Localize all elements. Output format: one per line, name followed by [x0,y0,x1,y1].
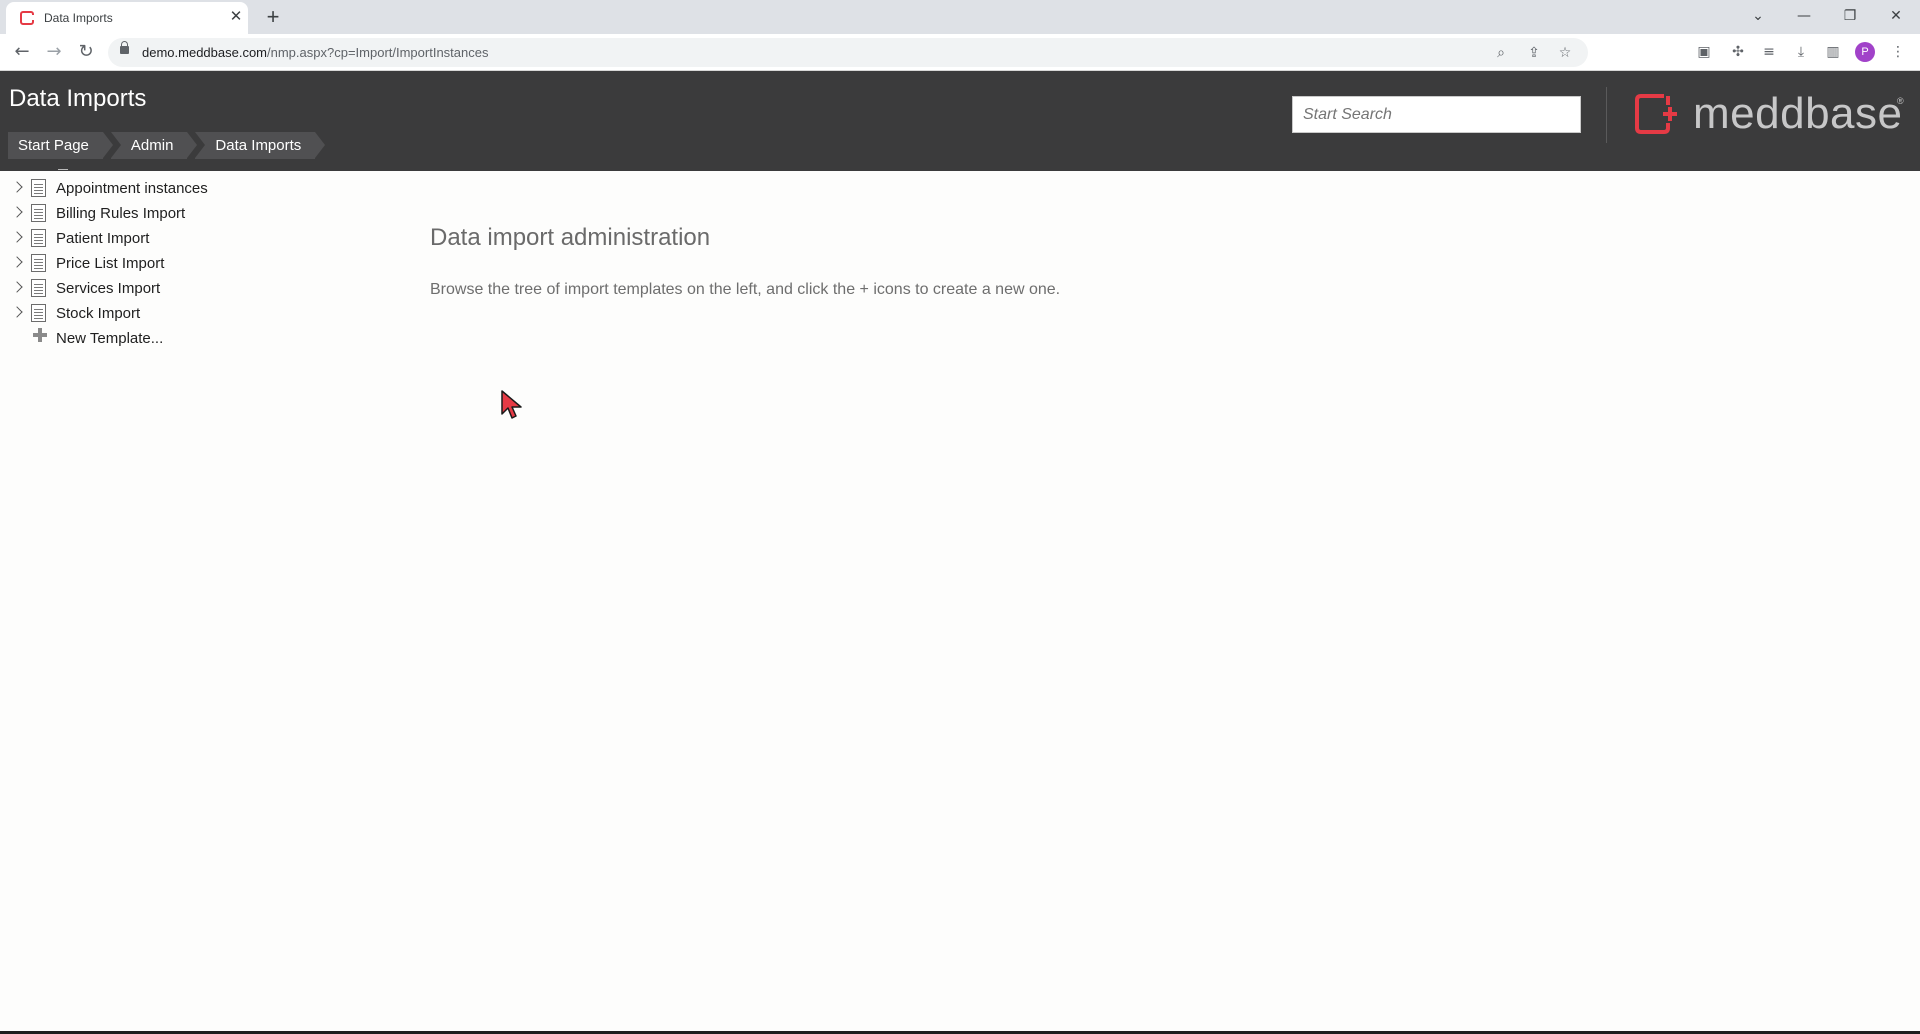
search-input[interactable] [1292,96,1581,133]
reading-list-icon[interactable]: ≡ [1757,40,1781,64]
breadcrumb-data-imports[interactable]: Data Imports [195,132,326,159]
tree-item-billing-rules-import[interactable]: Billing Rules Import [0,201,400,226]
logo-registered-mark: ® [1897,96,1904,106]
new-template-label[interactable]: New Template... [56,330,163,347]
extension-icon[interactable]: ▣ [1692,40,1716,64]
main-heading: Data import administration [430,224,711,251]
document-icon [31,229,46,247]
app-header: Data Imports Start Page Admin Data Impor… [0,71,1920,171]
document-icon [31,304,46,322]
browser-toolbar: ← → ↻ demo.meddbase.com/nmp.aspx?cp=Impo… [0,34,1920,71]
tree-item-label[interactable]: Patient Import [56,230,149,247]
tree-item-label[interactable]: Billing Rules Import [56,205,185,222]
side-panel-icon[interactable]: ▥ [1821,40,1845,64]
tab-title: Data Imports [44,11,113,25]
tree-item-price-list-import[interactable]: Price List Import [0,251,400,276]
tab-search-icon[interactable]: ⌄ [1741,2,1775,30]
document-icon [31,204,46,222]
close-tab-icon[interactable]: ✕ [226,7,246,27]
new-tab-button[interactable]: + [260,4,286,30]
share-icon[interactable]: ⇪ [1523,42,1545,64]
logo-text: meddbase [1693,89,1903,138]
minimize-button[interactable]: — [1787,2,1821,30]
tree-scroll-hint [58,167,68,170]
restore-button[interactable]: ❐ [1833,2,1867,30]
header-divider [1606,87,1607,143]
tree-item-services-import[interactable]: Services Import [0,276,400,301]
tree-item-label[interactable]: Appointment instances [56,180,208,197]
expand-chevron-icon[interactable] [11,256,23,268]
meddbase-logo[interactable]: meddbase ® [1634,91,1904,137]
expand-chevron-icon[interactable] [11,281,23,293]
mouse-cursor-icon [501,390,522,419]
tree-item-label[interactable]: Stock Import [56,305,140,322]
profile-avatar[interactable]: P [1855,42,1875,62]
tree-item-appointment-instances[interactable]: Appointment instances [0,176,400,201]
puzzle-icon[interactable]: ✣ [1726,40,1750,64]
back-icon[interactable]: ← [9,39,35,65]
plus-icon[interactable] [33,328,47,342]
meddbase-logo-icon [1635,94,1677,134]
expand-chevron-icon[interactable] [11,181,23,193]
breadcrumb-start-page[interactable]: Start Page [8,132,113,159]
tree-item-stock-import[interactable]: Stock Import [0,301,400,326]
tree-item-label[interactable]: Price List Import [56,255,164,272]
browser-tabstrip: Data Imports ✕ + ⌄ — ❐ ✕ [0,0,1920,34]
expand-chevron-icon[interactable] [11,306,23,318]
browser-tab[interactable]: Data Imports ✕ [6,2,248,34]
new-template-item[interactable]: New Template... [0,326,400,351]
page-title: Data Imports [9,85,147,112]
expand-chevron-icon[interactable] [11,231,23,243]
bookmark-star-icon[interactable]: ☆ [1554,42,1576,64]
tree-item-patient-import[interactable]: Patient Import [0,226,400,251]
document-icon [31,279,46,297]
expand-chevron-icon[interactable] [11,206,23,218]
tree-item-label[interactable]: Services Import [56,280,160,297]
lock-icon[interactable] [120,41,129,54]
breadcrumb-admin[interactable]: Admin [110,132,197,159]
more-menu-icon[interactable]: ⋮ [1886,40,1910,64]
close-window-button[interactable]: ✕ [1879,2,1913,30]
url-text[interactable]: demo.meddbase.com/nmp.aspx?cp=Import/Imp… [142,45,488,60]
address-bar[interactable]: demo.meddbase.com/nmp.aspx?cp=Import/Imp… [108,38,1588,67]
reload-icon[interactable]: ↻ [73,39,99,65]
meddbase-favicon-icon [20,11,36,25]
breadcrumb: Start Page Admin Data Imports [8,132,326,159]
document-icon [31,179,46,197]
zoom-icon[interactable]: ⌕ [1490,42,1512,64]
download-icon[interactable]: ⤓ [1789,40,1813,64]
document-icon [31,254,46,272]
main-description: Browse the tree of import templates on t… [430,281,1061,298]
forward-icon[interactable]: → [41,39,67,65]
